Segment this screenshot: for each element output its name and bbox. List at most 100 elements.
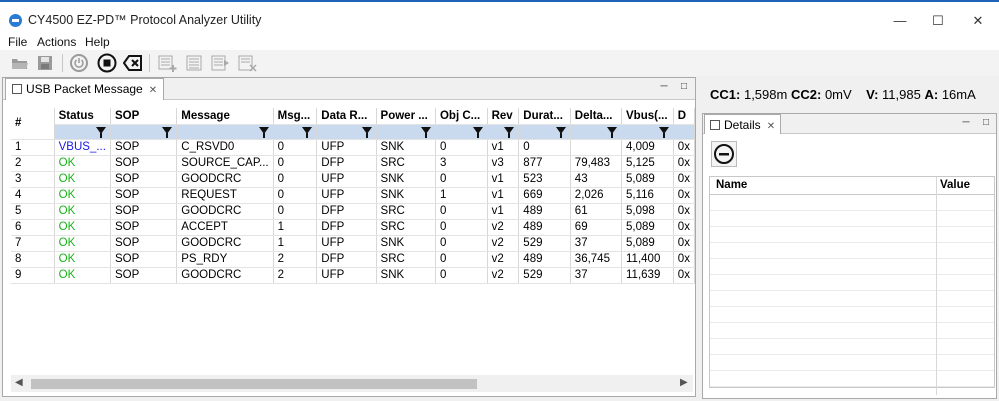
clear-icon[interactable] [123,53,143,73]
filter-icon[interactable] [361,126,372,138]
stop-icon[interactable] [97,53,117,73]
menu-file[interactable]: File [8,35,27,49]
cc2-value: 0mV [824,87,852,102]
tab-details[interactable]: Details ✕ [704,114,782,134]
scroll-left-icon[interactable]: ◀ [15,377,23,388]
column-filter[interactable] [570,124,623,140]
column-filter[interactable] [54,124,111,140]
table-cell: 0 [273,139,318,156]
column-filter[interactable] [110,124,178,140]
column-header[interactable]: Power ... [376,108,436,125]
column-header[interactable]: Obj C... [435,108,488,125]
filter-clear-icon[interactable] [237,53,257,73]
table-cell: SOP [110,187,178,204]
column-filter[interactable] [621,124,674,140]
table-cell: 5,089 [621,171,674,188]
table-row[interactable]: 8 OK SOP PS_RDY 2 DFP SRC 0 v2 489 36,745 11,400 0x [11,251,696,268]
menu-actions[interactable]: Actions [37,35,76,49]
horizontal-scrollbar[interactable]: ◀ ▶ [11,375,693,392]
column-header[interactable]: Message [176,108,274,125]
table-cell: DFP [316,219,377,236]
tab-usb-packet-message[interactable]: USB Packet Message ✕ [5,78,165,100]
column-filter[interactable] [487,124,520,140]
filter-icon[interactable] [95,126,106,138]
table-row[interactable]: 4 OK SOP REQUEST 0 UFP SNK 1 v1 669 2,026 5,116 0x [11,187,696,204]
power-icon[interactable] [69,53,89,73]
filter-list-icon[interactable] [184,53,204,73]
minimize-panel-icon[interactable]: ─ [959,117,973,131]
column-header[interactable]: # [11,108,55,140]
tab-label: Details [724,118,761,132]
column-header[interactable]: Delta... [570,108,623,125]
cc1-value: 1,598m [743,87,788,102]
maximize-button[interactable]: ☐ [923,10,953,32]
table-row[interactable]: 2 OK SOP SOURCE_CAP... 0 DFP SRC 3 v3 877 79,483 5,… [11,155,696,172]
table-cell: ACCEPT [176,219,274,236]
filter-icon[interactable] [162,126,173,138]
filter-icon[interactable] [504,126,515,138]
column-header[interactable]: Rev [487,108,520,125]
column-header[interactable]: Vbus(... [621,108,674,125]
column-filter[interactable] [273,124,318,140]
column-header[interactable]: SOP [110,108,178,125]
column-header[interactable]: Data R... [316,108,377,125]
details-row [710,275,994,291]
table-cell: SOURCE_CAP... [176,155,274,172]
table-row[interactable]: 7 OK SOP GOODCRC 1 UFP SNK 0 v2 529 37 5,089 0x [11,235,696,252]
table-cell: 0 [273,203,318,220]
column-header[interactable]: Name [716,179,747,191]
maximize-panel-icon[interactable]: □ [677,81,691,95]
status-cell: OK [54,171,111,188]
close-button[interactable]: ✕ [963,10,993,32]
packet-rows: 1 VBUS_... SOP C_RSVD0 0 UFP SNK 0 v1 0 4,009 0x 2 OK… [11,139,696,284]
table-cell: PS_RDY [176,251,274,268]
column-filter[interactable] [518,124,571,140]
table-cell: 489 [518,203,571,220]
close-tab-icon[interactable]: ✕ [149,85,157,96]
details-row [710,211,994,227]
table-row[interactable]: 1 VBUS_... SOP C_RSVD0 0 UFP SNK 0 v1 0 4,009 0x [11,139,696,156]
table-cell: 877 [518,155,571,172]
table-cell: SNK [376,235,436,252]
column-header[interactable]: Durat... [518,108,571,125]
filter-icon[interactable] [607,126,618,138]
column-header[interactable]: D [673,108,696,125]
table-cell: SOP [110,155,178,172]
column-filter[interactable] [435,124,488,140]
table-cell: 0x [673,235,696,252]
table-row[interactable]: 9 OK SOP GOODCRC 2 UFP SNK 0 v2 529 37 11,639 0x [11,267,696,284]
column-filter[interactable] [176,124,274,140]
filter-icon[interactable] [555,126,566,138]
minimize-panel-icon[interactable]: ─ [657,81,671,95]
column-header[interactable]: Msg... [273,108,318,125]
filter-icon[interactable] [302,126,313,138]
filter-apply-icon[interactable] [210,53,230,73]
filter-icon[interactable] [472,126,483,138]
filter-icon[interactable] [420,126,431,138]
menu-help[interactable]: Help [85,35,110,49]
maximize-panel-icon[interactable]: □ [979,117,993,131]
table-cell: REQUEST [176,187,274,204]
table-row[interactable]: 5 OK SOP GOODCRC 0 DFP SRC 0 v1 489 61 5,098 0x [11,203,696,220]
table-cell: v2 [487,267,520,284]
add-filter-icon[interactable] [157,53,177,73]
open-folder-icon[interactable] [10,53,30,73]
column-filter[interactable] [673,124,696,140]
table-cell: 0x [673,155,696,172]
filter-icon[interactable] [658,126,669,138]
table-row[interactable]: 6 OK SOP ACCEPT 1 DFP SRC 0 v2 489 69 5,089 0x [11,219,696,236]
collapse-button[interactable] [711,141,737,167]
current-value: 16mA [941,87,976,102]
column-filter[interactable] [376,124,436,140]
filter-icon[interactable] [258,126,269,138]
column-header[interactable]: Status [54,108,111,125]
table-cell: 0 [435,267,488,284]
table-row[interactable]: 3 OK SOP GOODCRC 0 UFP SNK 0 v1 523 43 5,089 0x [11,171,696,188]
close-tab-icon[interactable]: ✕ [767,121,775,132]
save-icon[interactable] [35,53,55,73]
scrollbar-thumb[interactable] [31,379,477,389]
column-filter[interactable] [316,124,377,140]
column-header[interactable]: Value [940,179,970,191]
scroll-right-icon[interactable]: ▶ [680,377,688,388]
minimize-button[interactable]: — [885,10,915,32]
